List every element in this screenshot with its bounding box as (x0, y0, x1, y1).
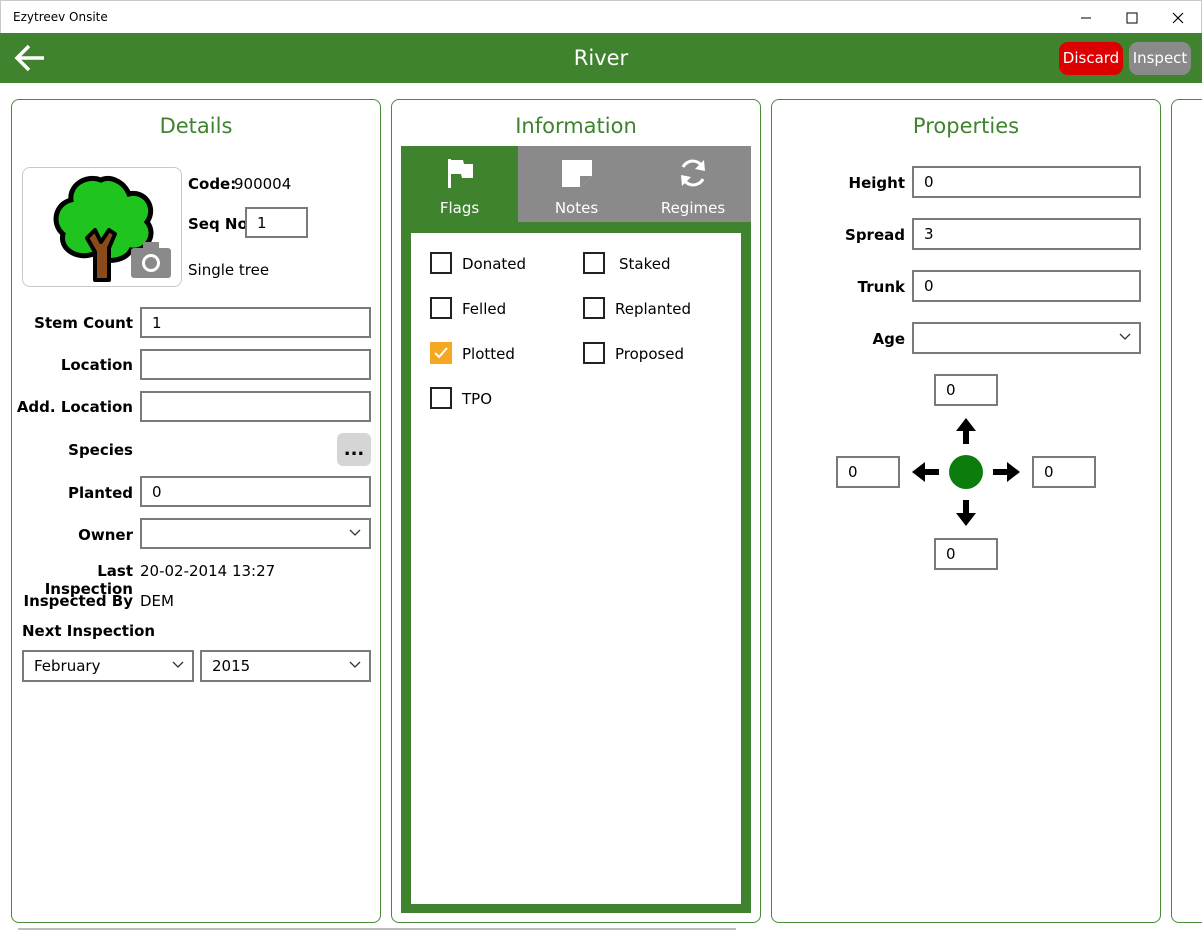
next-inspection-year-select[interactable]: 2015 (200, 650, 371, 682)
add-location-input[interactable] (140, 391, 371, 422)
planted-label: Planted (67, 484, 133, 502)
code-label: Code: (188, 175, 237, 193)
check-icon (434, 347, 448, 359)
stem-count-label: Stem Count (34, 314, 133, 332)
add-location-label: Add. Location (16, 398, 133, 416)
spread-north-input[interactable]: 0 (934, 374, 998, 406)
donated-checkbox[interactable] (430, 252, 452, 274)
tree-type-text: Single tree (188, 261, 270, 279)
owner-select[interactable] (140, 518, 371, 549)
stem-count-input[interactable]: 1 (140, 307, 371, 338)
properties-title: Properties (912, 114, 1020, 138)
seq-no-label: Seq No (188, 215, 248, 233)
tree-position-marker (949, 455, 983, 489)
spread-south-input[interactable]: 0 (934, 538, 998, 570)
chevron-down-icon (172, 661, 184, 668)
tab-flags[interactable]: Flags (401, 146, 518, 222)
chevron-down-icon (349, 529, 361, 536)
plotted-label: Plotted (462, 345, 515, 363)
next-inspection-month-select[interactable]: February (22, 650, 194, 682)
location-label: Location (60, 356, 133, 374)
window-titlebar: Ezytreev Onsite (0, 0, 1202, 33)
trunk-label: Trunk (857, 278, 905, 296)
arrow-right-icon (993, 462, 1020, 482)
tpo-checkbox[interactable] (430, 387, 452, 409)
inspect-button[interactable]: Inspect (1129, 42, 1191, 75)
proposed-label: Proposed (615, 345, 685, 363)
location-input[interactable] (140, 349, 371, 380)
spread-east-input[interactable]: 0 (1032, 456, 1096, 488)
replanted-label: Replanted (615, 300, 691, 318)
tab-notes-label: Notes (554, 199, 599, 217)
maximize-button[interactable] (1109, 1, 1155, 34)
next-inspection-label: Next Inspection (22, 622, 156, 640)
species-picker-button[interactable]: ... (337, 433, 371, 466)
arrow-left-icon (912, 462, 939, 482)
close-icon (1172, 12, 1184, 23)
information-title: Information (515, 114, 637, 138)
height-input[interactable]: 0 (912, 166, 1141, 198)
tree-photo[interactable] (22, 167, 182, 287)
spread-west-input[interactable]: 0 (836, 456, 900, 488)
age-label: Age (872, 330, 905, 348)
details-panel: Details Code: 900004 Seq No 1 Single tre… (11, 99, 381, 923)
arrow-down-icon (956, 500, 976, 526)
information-panel: Information Flags Notes Regimes Donated … (391, 99, 761, 923)
planted-input[interactable]: 0 (140, 476, 371, 507)
back-button[interactable] (12, 42, 48, 74)
donated-label: Donated (462, 255, 527, 273)
spread-label: Spread (845, 226, 905, 244)
app-header: River Discard Inspect (0, 33, 1202, 83)
proposed-checkbox[interactable] (583, 342, 605, 364)
tab-notes[interactable]: Notes (518, 146, 635, 222)
close-button[interactable] (1155, 1, 1201, 34)
flag-icon (447, 159, 473, 188)
page-title: River (573, 46, 629, 70)
tpo-label: TPO (462, 390, 493, 408)
age-select[interactable] (912, 322, 1141, 354)
spread-input[interactable]: 3 (912, 218, 1141, 250)
trunk-input[interactable]: 0 (912, 270, 1141, 302)
minimize-button[interactable] (1063, 1, 1109, 34)
horizontal-scrollbar[interactable] (18, 928, 736, 930)
maximize-icon (1126, 12, 1138, 23)
camera-icon (131, 242, 171, 278)
information-tabs: Flags Notes Regimes Donated Staked Felle… (401, 146, 751, 913)
height-label: Height (848, 174, 905, 192)
tab-flags-label: Flags (439, 199, 480, 217)
seq-no-input[interactable]: 1 (245, 207, 308, 238)
chevron-down-icon (1119, 333, 1131, 340)
staked-label: Staked (619, 255, 671, 273)
note-icon (561, 160, 592, 187)
minimize-icon (1081, 17, 1091, 18)
last-inspection-value: 20-02-2014 13:27 (140, 562, 276, 580)
tab-regimes[interactable]: Regimes (635, 146, 751, 222)
chevron-down-icon (349, 661, 361, 668)
details-title: Details (159, 114, 233, 138)
flags-list: Donated Staked Felled Replanted Plotted … (411, 233, 741, 904)
felled-checkbox[interactable] (430, 297, 452, 319)
next-panel-partial (1171, 99, 1202, 923)
owner-label: Owner (78, 526, 133, 544)
tab-regimes-label: Regimes (660, 199, 726, 217)
properties-panel: Properties Height 0 Spread 3 Trunk 0 Age… (771, 99, 1161, 923)
window-title: Ezytreev Onsite (13, 10, 108, 24)
staked-checkbox[interactable] (583, 252, 605, 274)
refresh-icon (681, 159, 705, 187)
replanted-checkbox[interactable] (583, 297, 605, 319)
next-inspection-month-value: February (34, 657, 101, 675)
plotted-checkbox[interactable] (430, 342, 452, 364)
felled-label: Felled (462, 300, 507, 318)
code-value: 900004 (234, 175, 292, 193)
inspected-by-value: DEM (140, 592, 174, 610)
inspected-by-label: Inspected By (23, 592, 133, 610)
arrow-left-icon (14, 44, 44, 72)
species-label: Species (68, 441, 133, 459)
arrow-up-icon (956, 418, 976, 444)
discard-button[interactable]: Discard (1059, 42, 1123, 75)
next-inspection-year-value: 2015 (212, 657, 251, 675)
compass-diagram (912, 418, 1020, 526)
